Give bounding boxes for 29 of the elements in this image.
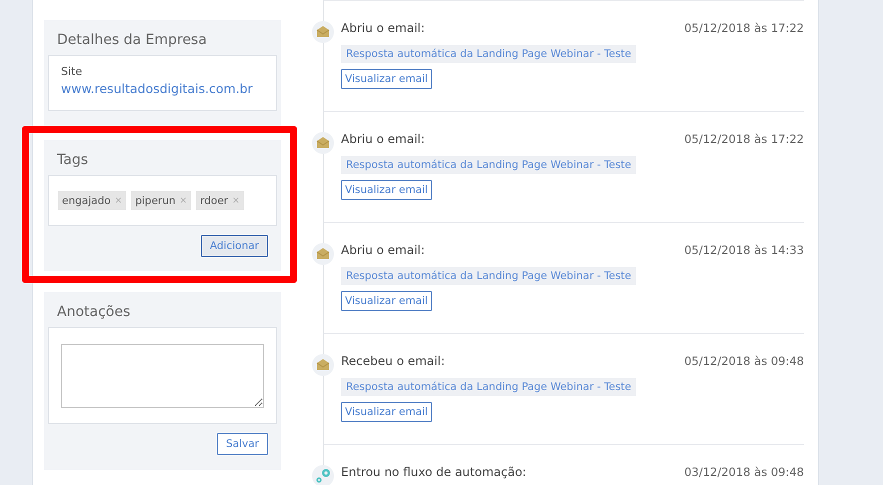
site-link[interactable]: www.resultadosdigitais.com.br: [61, 81, 253, 96]
add-button[interactable]: Adicionar: [200, 235, 268, 257]
tag-label: engajado: [62, 194, 111, 206]
event-time: 03/12/2018 às 09:48: [684, 465, 804, 481]
event-title: Abriu o email:: [341, 132, 425, 148]
card-title: Anotações: [56, 303, 132, 322]
save-button[interactable]: Salvar: [217, 433, 268, 455]
email-subject: Resposta automática da Landing Page Webinar - Teste: [341, 267, 636, 285]
event-time: 05/12/2018 às 17:22: [684, 21, 804, 37]
event-title: Recebeu o email:: [341, 354, 445, 370]
notes-field[interactable]: [61, 344, 264, 408]
event-title: Entrou no fluxo de automação:: [341, 465, 526, 481]
view-email-button[interactable]: Visualizar email: [341, 402, 432, 422]
event-time: 05/12/2018 às 17:22: [684, 132, 804, 148]
view-email-button[interactable]: Visualizar email: [341, 291, 432, 311]
view-email-button[interactable]: Visualizar email: [341, 180, 432, 200]
tag-label: piperun: [135, 194, 176, 206]
card-title: Tags: [56, 151, 89, 170]
event-title: Abriu o email:: [341, 21, 425, 37]
email-subject: Resposta automática da Landing Page Webinar - Teste: [341, 45, 636, 63]
card-title: Detalhes da Empresa: [56, 31, 208, 50]
event-time: 05/12/2018 às 09:48: [684, 354, 804, 370]
view-email-button[interactable]: Visualizar email: [341, 69, 432, 89]
email-subject: Resposta automática da Landing Page Webinar - Teste: [341, 156, 636, 174]
event-title: Abriu o email:: [341, 243, 425, 259]
tag-label: rdoer: [200, 194, 228, 206]
site-label: Site: [61, 65, 84, 78]
event-time: 05/12/2018 às 14:33: [684, 243, 804, 259]
email-subject: Resposta automática da Landing Page Webinar - Teste: [341, 378, 636, 396]
